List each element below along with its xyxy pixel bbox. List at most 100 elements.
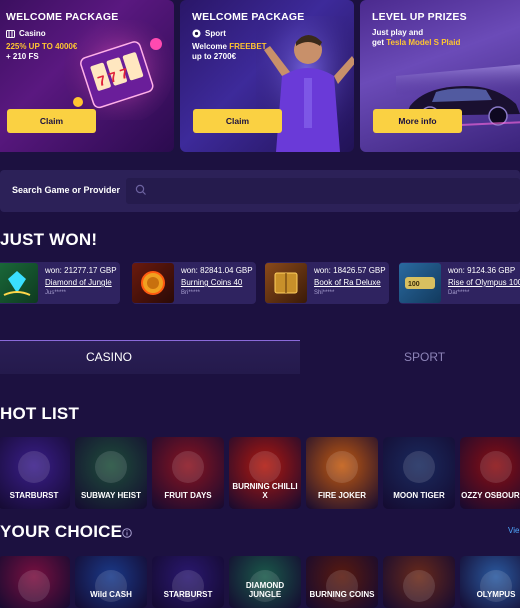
search-label: Search Game or Provider xyxy=(12,185,121,195)
promo-card-sport[interactable]: WELCOME PACKAGE Sport Welcome FREEBET up… xyxy=(180,0,354,152)
search-input[interactable] xyxy=(126,178,520,204)
promo-tag: Sport xyxy=(192,29,226,38)
game-link[interactable]: Burning Coins 40 xyxy=(181,278,242,287)
game-tile[interactable]: DIAMOND JUNGLE xyxy=(229,556,301,608)
promo-card-casino[interactable]: 7 7 7 WELCOME PACKAGE Casino 225% UP TO … xyxy=(0,0,174,152)
promo-title: WELCOME PACKAGE xyxy=(6,11,119,23)
game-thumbnail xyxy=(265,263,307,303)
hot-list-title: HOT LIST xyxy=(0,404,80,423)
slot-icon xyxy=(6,29,15,38)
game-title: FRUIT DAYS xyxy=(164,491,212,500)
game-title: OLYMPUS xyxy=(476,590,516,599)
game-title: STARBURST xyxy=(9,491,59,500)
claim-button[interactable]: Claim xyxy=(7,109,96,133)
game-title: DIAMOND JUNGLE xyxy=(245,581,285,599)
game-tile[interactable]: MOON TIGER xyxy=(383,437,455,509)
olympus-art: 100 xyxy=(405,277,435,289)
game-tile[interactable]: BURNING CHILLI X xyxy=(229,437,301,509)
game-thumbnail: 100 xyxy=(399,263,441,303)
slot-machine-art: 7 7 7 xyxy=(64,20,174,120)
game-tile[interactable]: OLYMPUS xyxy=(460,556,520,608)
game-title: FIRE JOKER xyxy=(317,491,366,500)
game-link[interactable]: Book of Ra Deluxe xyxy=(314,278,381,287)
promo-tag-label: Casino xyxy=(19,29,46,38)
winner-name: Jus***** xyxy=(45,290,67,296)
just-won-card[interactable]: 100 won: 9124.36 GBP Rise of Olympus 100… xyxy=(399,262,520,304)
just-won-title: JUST WON! xyxy=(0,230,98,249)
winner-name: Bri***** xyxy=(181,290,201,296)
win-amount: won: 18426.57 GBP xyxy=(314,266,386,275)
game-tile[interactable]: STARBURST xyxy=(0,437,70,509)
more-info-button[interactable]: More info xyxy=(373,109,462,133)
game-thumbnail xyxy=(132,263,174,303)
win-amount: won: 82841.04 GBP xyxy=(181,266,253,275)
promo-highlight: FREEBET xyxy=(229,42,267,51)
promo-text-line1: Just play and xyxy=(372,28,424,37)
winner-name: Dar***** xyxy=(448,290,470,296)
promo-text: 225% UP TO 4000€ + 210 FS xyxy=(6,42,106,62)
game-tile[interactable]: FIRE JOKER xyxy=(306,437,378,509)
football-icon xyxy=(192,29,201,38)
game-tile[interactable]: FRUIT DAYS xyxy=(152,437,224,509)
hot-list-games: STARBURST SUBWAY HEIST FRUIT DAYS BURNING C… xyxy=(0,437,520,509)
game-tile[interactable]: Wild CASH xyxy=(75,556,147,608)
game-title: BURNING CHILLI X xyxy=(232,482,298,500)
promo-carousel: 7 7 7 WELCOME PACKAGE Casino 225% UP TO … xyxy=(0,0,520,152)
promo-tag: Casino xyxy=(6,29,46,38)
game-art xyxy=(480,570,512,602)
game-title: SUBWAY HEIST xyxy=(80,491,141,500)
game-art xyxy=(18,570,50,602)
game-title: MOON TIGER xyxy=(393,491,445,500)
just-won-list: won: 21277.17 GBP Diamond of Jungle Jus*… xyxy=(0,262,520,304)
category-tabs: CASINO SPORT xyxy=(0,340,520,374)
promo-text-line2: up to 2700€ xyxy=(192,52,237,61)
game-art xyxy=(95,570,127,602)
promo-text: Just play and get Tesla Model S Plaid xyxy=(372,28,512,48)
just-won-card[interactable]: won: 18426.57 GBP Book of Ra Deluxe Shi*… xyxy=(265,262,389,304)
info-icon[interactable] xyxy=(122,528,132,538)
game-link[interactable]: Rise of Olympus 100 xyxy=(448,278,520,287)
promo-highlight: 225% UP TO 4000€ xyxy=(6,42,78,51)
game-title: Wild CASH xyxy=(90,590,132,599)
just-won-card[interactable]: won: 21277.17 GBP Diamond of Jungle Jus*… xyxy=(0,262,120,304)
burning-coin-art xyxy=(141,271,165,295)
game-tile[interactable]: OZZY OSBOURNE xyxy=(460,437,520,509)
game-link[interactable]: Diamond of Jungle xyxy=(45,278,112,287)
game-title: BURNING COINS xyxy=(309,590,375,599)
your-choice-title: YOUR CHOICE xyxy=(0,522,123,541)
tab-sport[interactable]: SPORT xyxy=(404,350,445,364)
promo-text: Welcome FREEBET up to 2700€ xyxy=(192,42,292,62)
game-art xyxy=(403,570,435,602)
promo-tag-label: Sport xyxy=(205,29,226,38)
diamond-jungle-art xyxy=(3,271,31,296)
game-art xyxy=(326,570,358,602)
game-tile[interactable]: SUBWAY HEIST xyxy=(75,437,147,509)
game-title: OZZY OSBOURNE xyxy=(461,491,520,500)
game-title: STARBURST xyxy=(163,590,213,599)
game-tile[interactable] xyxy=(383,556,455,608)
promo-title: LEVEL UP PRIZES xyxy=(372,11,467,23)
search-icon xyxy=(135,184,146,195)
svg-text:100: 100 xyxy=(408,281,420,288)
win-amount: won: 21277.17 GBP xyxy=(45,266,117,275)
win-amount: won: 9124.36 GBP xyxy=(448,266,516,275)
your-choice-games: Wild CASH STARBURST DIAMOND JUNGLE BURNING … xyxy=(0,556,520,608)
game-tile[interactable]: STARBURST xyxy=(152,556,224,608)
view-all-link[interactable]: Vie xyxy=(508,526,519,535)
search-bar: Search Game or Provider xyxy=(0,170,520,212)
book-of-ra-art xyxy=(274,272,298,294)
promo-text-line2: get xyxy=(372,38,387,47)
promo-highlight: Tesla Model S Plaid xyxy=(386,38,461,47)
tab-casino-active-bg xyxy=(0,340,300,374)
promo-text-rest: + 210 FS xyxy=(6,52,39,61)
claim-button[interactable]: Claim xyxy=(193,109,282,133)
tab-casino[interactable]: CASINO xyxy=(86,350,132,364)
promo-card-level-up[interactable]: LEVEL UP PRIZES Just play and get Tesla … xyxy=(360,0,520,152)
winner-name: Shi***** xyxy=(314,290,335,296)
game-art xyxy=(172,570,204,602)
game-tile[interactable] xyxy=(0,556,70,608)
just-won-card[interactable]: won: 82841.04 GBP Burning Coins 40 Bri**… xyxy=(132,262,256,304)
promo-text-line1: Welcome xyxy=(192,42,230,51)
promo-title: WELCOME PACKAGE xyxy=(192,11,305,23)
game-tile[interactable]: BURNING COINS xyxy=(306,556,378,608)
